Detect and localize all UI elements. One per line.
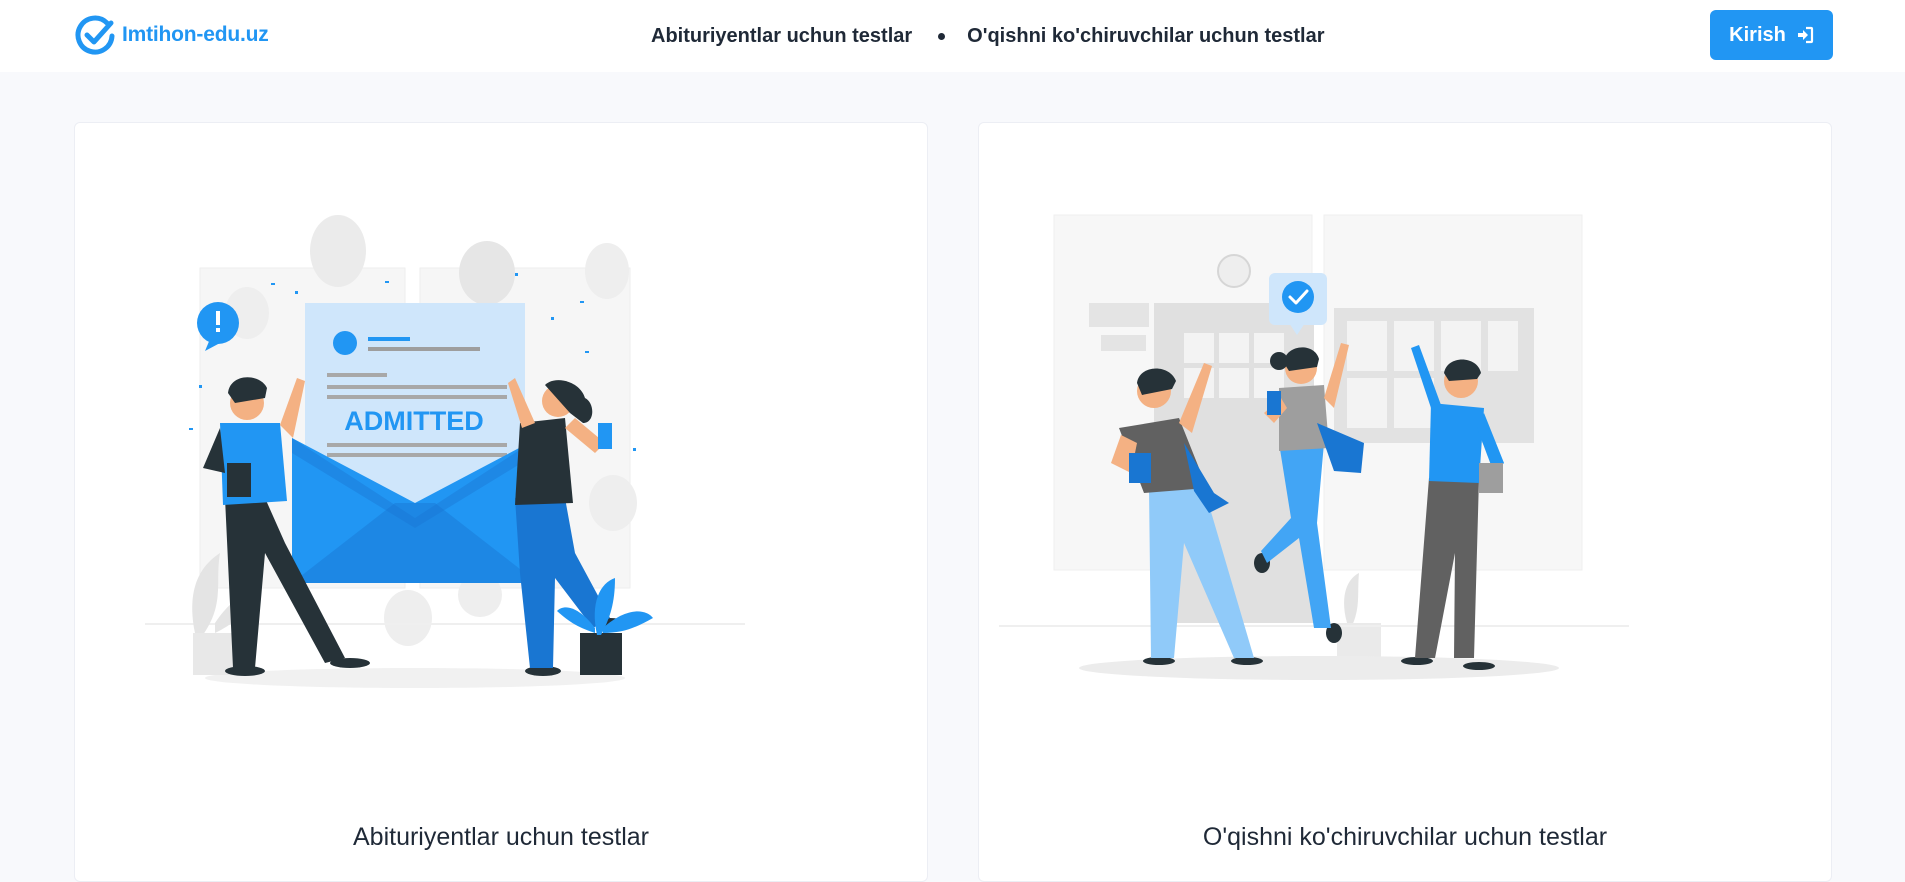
- login-button-label: Kirish: [1729, 23, 1786, 46]
- card-title: Abituriyentlar uchun testlar: [353, 823, 649, 851]
- card-transfer-tests[interactable]: O'qishni ko'chiruvchilar uchun testlar: [978, 122, 1832, 882]
- top-navbar: Imtihon-edu.uz Abituriyentlar uchun test…: [0, 0, 1905, 72]
- login-button[interactable]: Kirish: [1710, 10, 1833, 60]
- main-nav: Abituriyentlar uchun testlar O'qishni ko…: [651, 22, 1325, 50]
- admitted-label: ADMITTED: [344, 406, 483, 436]
- card-title: O'qishni ko'chiruvchilar uchun testlar: [1202, 823, 1608, 851]
- sign-in-icon: [1797, 26, 1813, 44]
- brand-name: Imtihon-edu.uz: [122, 23, 269, 46]
- check-circle-logo-icon: [75, 15, 115, 55]
- admitted-illustration: ADMITTED: [145, 215, 745, 688]
- nav-separator-dot: [938, 32, 946, 40]
- brand-logo[interactable]: Imtihon-edu.uz: [74, 14, 269, 56]
- happy-students-illustration: [999, 214, 1629, 680]
- nav-link-abituriyent-tests[interactable]: Abituriyentlar uchun testlar: [651, 25, 912, 48]
- card-abituriyent-tests[interactable]: ADMITTED Abituriyentlar uchun testlar: [74, 122, 928, 882]
- nav-link-transfer-tests[interactable]: O'qishni ko'chiruvchilar uchun testlar: [967, 25, 1324, 48]
